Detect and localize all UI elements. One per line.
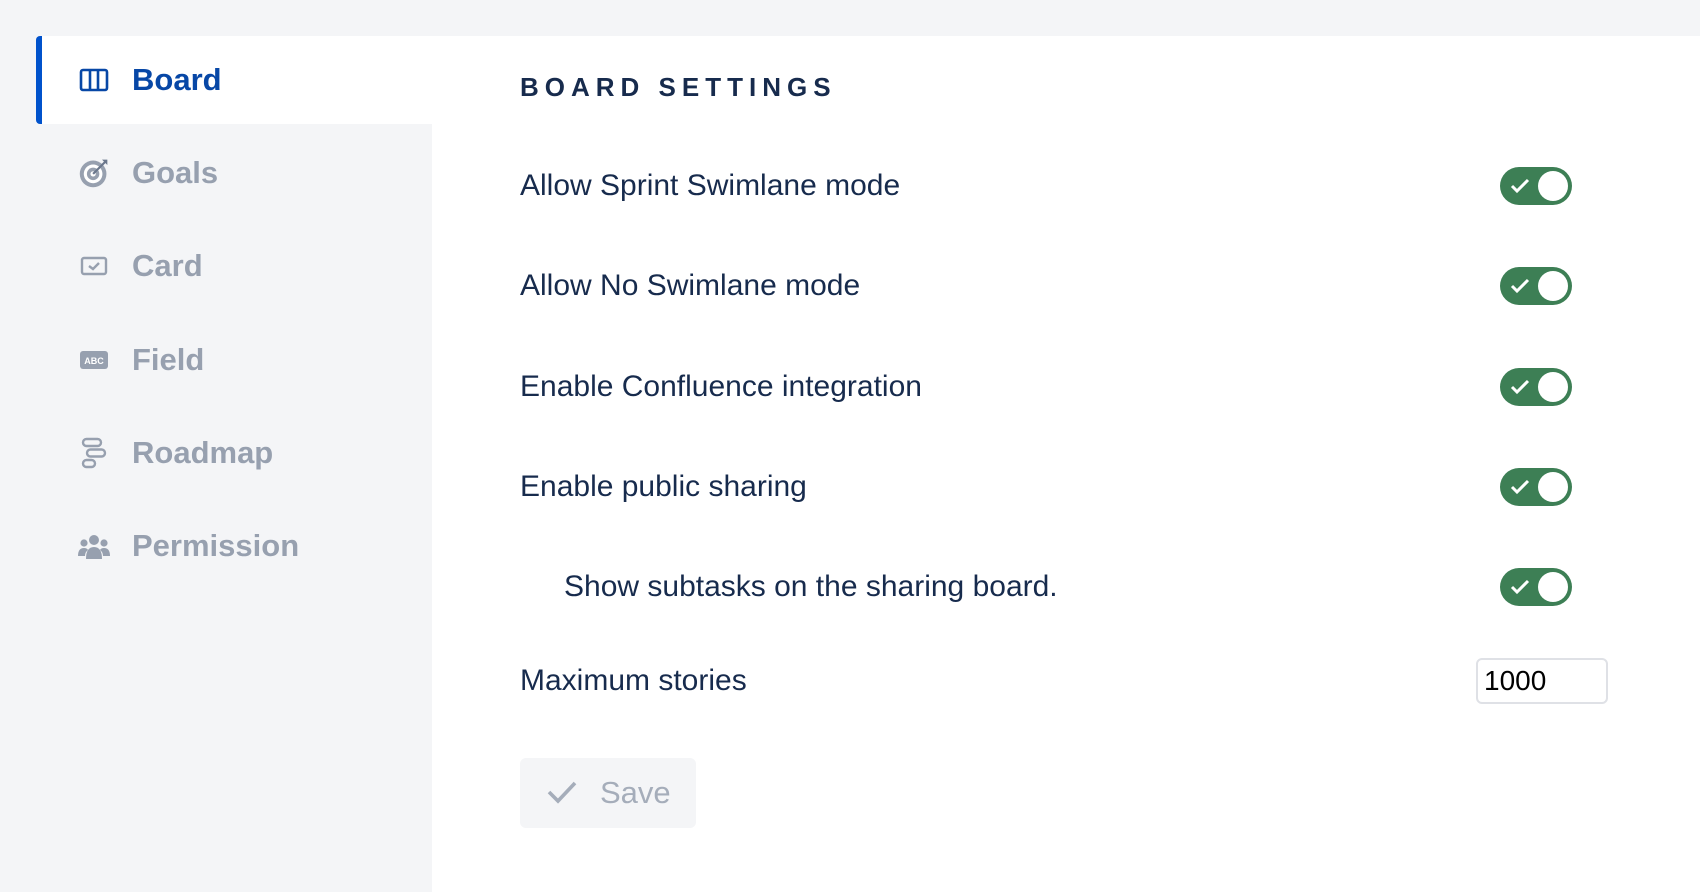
- sidebar-item-field[interactable]: ABC Field: [36, 316, 432, 404]
- no-swimlane-toggle[interactable]: [1500, 267, 1572, 305]
- check-icon: [1510, 278, 1530, 294]
- settings-app: Board Goals Card ABC Field Roadmap Permi…: [0, 0, 1700, 892]
- setting-label: Allow Sprint Swimlane mode: [520, 169, 901, 202]
- show-subtasks-toggle[interactable]: [1500, 568, 1572, 606]
- sidebar-item-label: Roadmap: [132, 435, 274, 470]
- sidebar-item-goals[interactable]: Goals: [36, 129, 432, 217]
- sidebar-item-label: Permission: [132, 528, 300, 563]
- sidebar-item-roadmap[interactable]: Roadmap: [36, 409, 432, 497]
- setting-row-public-sharing: Enable public sharing: [520, 457, 1620, 517]
- roadmap-icon: [78, 437, 110, 469]
- people-icon: [78, 530, 110, 562]
- max-stories-input[interactable]: [1476, 658, 1608, 704]
- setting-label: Allow No Swimlane mode: [520, 269, 861, 302]
- sidebar-item-permission[interactable]: Permission: [36, 502, 432, 590]
- setting-label: Enable Confluence integration: [520, 370, 922, 403]
- sprint-swimlane-toggle[interactable]: [1500, 167, 1572, 205]
- setting-row-no-swimlane: Allow No Swimlane mode: [520, 256, 1620, 316]
- toggle-knob: [1538, 171, 1568, 201]
- save-button-label: Save: [600, 775, 671, 810]
- setting-row-confluence: Enable Confluence integration: [520, 357, 1620, 417]
- setting-row-sprint-swimlane: Allow Sprint Swimlane mode: [520, 156, 1620, 216]
- sidebar-item-label: Board: [132, 62, 222, 97]
- abc-field-icon: ABC: [78, 344, 110, 376]
- toggle-knob: [1538, 472, 1568, 502]
- sidebar-item-board[interactable]: Board: [36, 36, 432, 124]
- save-button[interactable]: Save: [520, 758, 696, 828]
- page-title: BOARD SETTINGS: [520, 72, 837, 102]
- sidebar-item-label: Goals: [132, 155, 219, 190]
- toggle-knob: [1538, 372, 1568, 402]
- setting-label: Show subtasks on the sharing board.: [564, 570, 1058, 603]
- check-icon: [1510, 178, 1530, 194]
- check-icon: [1510, 579, 1530, 595]
- sidebar-item-card[interactable]: Card: [36, 222, 432, 310]
- setting-label: Enable public sharing: [520, 470, 807, 503]
- setting-label: Maximum stories: [520, 664, 747, 697]
- sidebar: Board Goals Card ABC Field Roadmap Permi…: [36, 36, 432, 892]
- toggle-knob: [1538, 271, 1568, 301]
- svg-text:ABC: ABC: [84, 356, 104, 366]
- sidebar-item-label: Field: [132, 342, 205, 377]
- sidebar-item-label: Card: [132, 248, 203, 283]
- card-icon: [78, 250, 110, 282]
- setting-row-max-stories: Maximum stories: [520, 651, 1620, 711]
- check-icon: [547, 781, 577, 804]
- public-sharing-toggle[interactable]: [1500, 468, 1572, 506]
- settings-panel: BOARD SETTINGS Allow Sprint Swimlane mod…: [432, 36, 1700, 892]
- confluence-toggle[interactable]: [1500, 368, 1572, 406]
- check-icon: [1510, 379, 1530, 395]
- target-icon: [78, 157, 110, 189]
- check-icon: [1510, 479, 1530, 495]
- toggle-knob: [1538, 572, 1568, 602]
- setting-row-show-subtasks: Show subtasks on the sharing board.: [520, 557, 1620, 617]
- board-columns-icon: [78, 64, 110, 96]
